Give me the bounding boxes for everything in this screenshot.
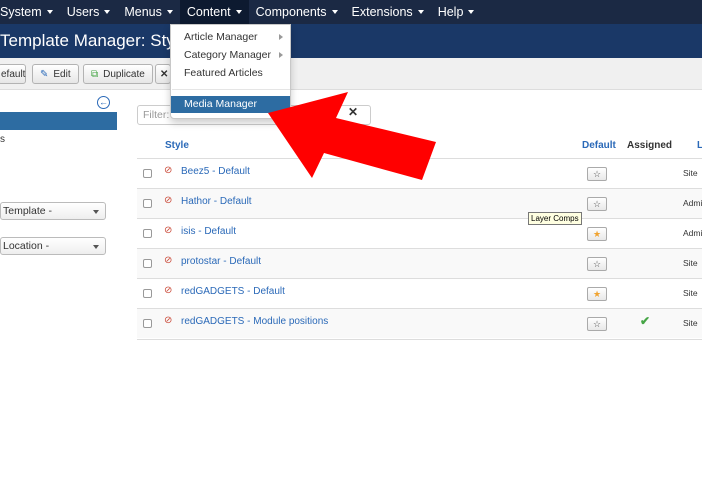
annotation-arrow-shape (268, 92, 436, 180)
annotation-arrow (268, 92, 436, 180)
